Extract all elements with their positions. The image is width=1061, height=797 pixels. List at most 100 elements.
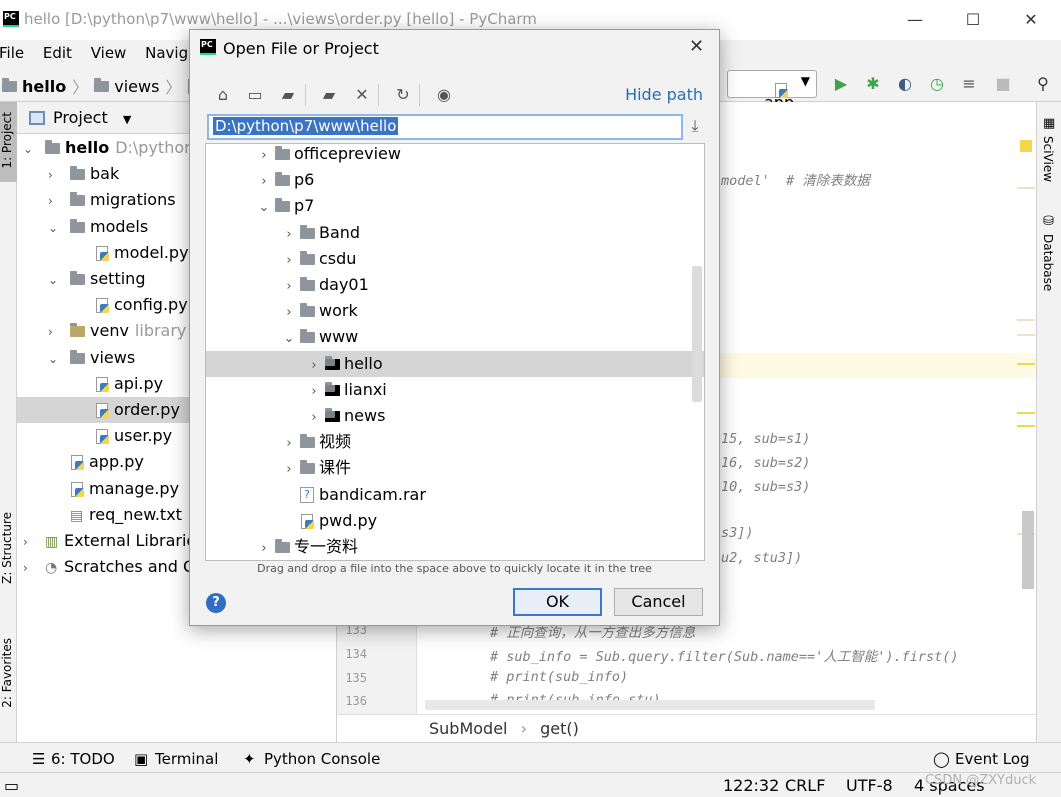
chevron-right-icon[interactable]: ›	[253, 536, 275, 560]
file-tree-item[interactable]: › day01	[206, 272, 704, 298]
tab-favorites[interactable]: 2: Favorites	[0, 638, 17, 708]
chevron-right-icon[interactable]: ›	[278, 222, 300, 248]
chevron-right-icon[interactable]: ›	[48, 319, 70, 345]
help-button[interactable]: ?	[206, 593, 226, 613]
project-tree-label: bak	[90, 164, 120, 184]
chevron-down-icon[interactable]: ⌄	[253, 195, 275, 221]
chevron-right-icon[interactable]: ›	[253, 169, 275, 195]
folder-icon	[94, 77, 110, 92]
layout-icon[interactable]: ▭	[4, 776, 19, 795]
download-icon[interactable]: ⤓	[685, 116, 705, 138]
search-everywhere-icon[interactable]: ⚲	[1033, 74, 1053, 94]
project-tree-label: Scratches and Co	[64, 557, 204, 577]
tab-database[interactable]: Database	[1041, 234, 1055, 291]
maximize-button[interactable]: ☐	[955, 6, 991, 34]
chevron-down-icon[interactable]: ⌄	[48, 346, 70, 372]
file-encoding[interactable]: UTF-8	[846, 776, 893, 795]
chevron-right-icon[interactable]: ›	[278, 431, 300, 457]
minimize-button[interactable]: —	[897, 6, 933, 34]
chevron-right-icon: 〉	[72, 78, 89, 97]
chevron-right-icon[interactable]: ›	[48, 188, 70, 214]
file-tree[interactable]: › officepreview › p6 ⌄ p7 › Band › csdu › day01 › wor…	[205, 143, 705, 561]
home-icon[interactable]: ⌂	[212, 84, 234, 106]
stop-icon[interactable]: ■	[993, 74, 1013, 94]
run-icon[interactable]: ▶	[831, 74, 851, 94]
nav-crumb-hello[interactable]: hello	[22, 77, 66, 96]
file-tree-item[interactable]: › officepreview	[206, 144, 704, 169]
chevron-down-icon[interactable]: ⌄	[23, 136, 45, 162]
tab-structure[interactable]: Z: Structure	[0, 512, 17, 584]
file-tree-label: hello	[344, 353, 383, 373]
debug-icon[interactable]: ✱	[863, 74, 883, 94]
breadcrumb-class[interactable]: SubModel	[429, 719, 508, 738]
project-folder-icon	[325, 408, 340, 422]
tab-todo[interactable]: 6: TODO	[51, 750, 115, 768]
refresh-icon[interactable]: ↻	[392, 84, 414, 106]
chevron-right-icon[interactable]: ›	[23, 529, 45, 555]
file-tree-item[interactable]: › 课件	[206, 455, 704, 481]
file-tree-item[interactable]: ⌄ p7	[206, 193, 704, 219]
chevron-down-icon[interactable]: ⌄	[278, 326, 300, 352]
nav-crumb-views[interactable]: views	[114, 77, 159, 96]
chevron-right-icon[interactable]: ›	[278, 274, 300, 300]
chevron-down-icon[interactable]: ⌄	[48, 215, 70, 241]
file-tree-item[interactable]: › Band	[206, 220, 704, 246]
chevron-down-icon: ▼	[800, 74, 810, 88]
file-tree-item[interactable]: › lianxi	[206, 377, 704, 403]
file-tree-item[interactable]: › hello	[206, 350, 704, 379]
tab-terminal[interactable]: Terminal	[155, 750, 218, 768]
chevron-right-icon[interactable]: ›	[303, 379, 325, 405]
line-number: 134	[345, 647, 367, 661]
show-hidden-files-icon[interactable]: ◉	[433, 84, 455, 106]
chevron-right-icon[interactable]: ›	[253, 144, 275, 169]
tab-sciview[interactable]: SciView	[1041, 136, 1055, 182]
project-tree-label: migrations	[90, 190, 176, 210]
chevron-right-icon[interactable]: ›	[278, 248, 300, 274]
project-directory-icon[interactable]: ▰	[277, 84, 299, 106]
coverage-icon[interactable]: ◐	[895, 74, 915, 94]
breadcrumb-method[interactable]: get()	[540, 719, 579, 738]
chevron-right-icon[interactable]: ›	[278, 457, 300, 483]
tab-python-console[interactable]: Python Console	[264, 750, 380, 768]
chevron-right-icon[interactable]: ›	[48, 162, 70, 188]
caret-position[interactable]: 122:32	[723, 776, 779, 795]
file-tree-item[interactable]: ? bandicam.rar	[206, 482, 704, 508]
file-tree-item[interactable]: › csdu	[206, 246, 704, 272]
chevron-right-icon[interactable]: ›	[278, 300, 300, 326]
new-folder-icon[interactable]: ▰	[318, 84, 340, 106]
run-config-select[interactable]: app ▼	[727, 70, 817, 112]
close-icon[interactable]: ✕	[689, 36, 704, 57]
chevron-down-icon[interactable]: ⌄	[48, 267, 70, 293]
desktop-icon[interactable]: ▭	[244, 84, 266, 106]
menu-file[interactable]: File	[0, 40, 24, 66]
file-tree-label: 课件	[319, 458, 352, 478]
file-tree-item[interactable]: › news	[206, 403, 704, 429]
delete-icon[interactable]: ✕	[351, 84, 373, 106]
profile-icon[interactable]: ◷	[927, 74, 947, 94]
file-tree-item[interactable]: › 视频	[206, 429, 704, 455]
path-input[interactable]: D:\python\p7\www\hello	[207, 114, 683, 140]
vertical-scrollbar[interactable]	[1022, 511, 1034, 589]
horizontal-scrollbar[interactable]	[425, 700, 875, 710]
menu-edit[interactable]: Edit	[43, 40, 72, 66]
concurrency-icon[interactable]: ≡	[959, 74, 979, 94]
cancel-button[interactable]: Cancel	[614, 588, 703, 616]
dialog-title-bar: PC Open File or Project ✕	[190, 30, 719, 65]
file-tree-item[interactable]: › 专一资料	[206, 534, 704, 560]
file-tree-item[interactable]: ⌄ www	[206, 324, 704, 350]
chevron-right-icon[interactable]: ›	[303, 405, 325, 431]
tree-scrollbar[interactable]	[692, 266, 702, 402]
file-tree-item[interactable]: › p6	[206, 167, 704, 193]
chevron-right-icon[interactable]: ›	[23, 555, 45, 581]
tab-event-log[interactable]: Event Log	[955, 750, 1030, 768]
hide-path-link[interactable]: Hide path	[625, 85, 703, 104]
file-tree-item[interactable]: pwd.py	[206, 508, 704, 534]
line-separator[interactable]: CRLF	[785, 776, 825, 795]
chevron-right-icon[interactable]: ›	[303, 353, 325, 379]
file-tree-item[interactable]: › work	[206, 298, 704, 324]
close-window-button[interactable]: ✕	[1013, 6, 1049, 34]
menu-view[interactable]: View	[91, 40, 127, 66]
ok-button[interactable]: OK	[513, 588, 602, 616]
code-line: 16, sub=s2)	[721, 455, 811, 471]
tab-project[interactable]: 1: Project	[0, 112, 17, 169]
